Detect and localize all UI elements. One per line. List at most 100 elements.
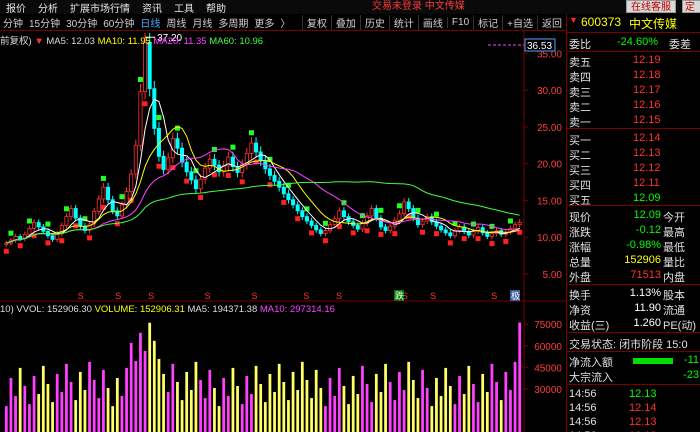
- tool-mark[interactable]: 标记: [473, 14, 502, 30]
- period-more[interactable]: 更多: [251, 15, 277, 30]
- signal-marker-down: [198, 194, 204, 200]
- tool-stats[interactable]: 统计: [388, 14, 418, 30]
- period-30min[interactable]: 30分钟: [63, 15, 100, 30]
- bid-row[interactable]: 买三 12.12: [567, 162, 700, 177]
- bid-label: 买四: [569, 180, 591, 192]
- volume-bar: [97, 398, 101, 432]
- volume-bar: [439, 396, 443, 432]
- signal-marker-up: [230, 144, 236, 150]
- kline-svg[interactable]: 5.0010.0015.0020.0025.0030.0035.0036.533…: [0, 31, 566, 432]
- stat-label: 净资: [569, 305, 591, 317]
- ask-label: 卖二: [569, 102, 591, 114]
- volume-bar: [166, 392, 170, 432]
- tool-add-watch[interactable]: +自选: [502, 14, 537, 30]
- volume-tick-label: 45000: [534, 363, 562, 374]
- period-monthly[interactable]: 月线: [189, 15, 215, 30]
- price-tick-label: 5.00: [543, 270, 563, 281]
- menu-bar: 报价 分析 扩展市场行情 资讯 工具 帮助 交易未登录 中文传媒 在线客服 定制: [0, 0, 700, 15]
- volume-bar: [300, 361, 304, 432]
- flow-row: 净流入额 -11: [567, 354, 700, 369]
- period-15min[interactable]: 15分钟: [26, 15, 63, 30]
- volume-bar: [226, 396, 230, 432]
- volume-bar: [374, 373, 378, 432]
- quote-label-2: 最高: [663, 227, 685, 239]
- volume-bar: [296, 390, 300, 432]
- bid-row[interactable]: 买一 12.14: [567, 132, 700, 147]
- stat-value: 1.260: [633, 317, 661, 329]
- online-service-button[interactable]: 在线客服: [626, 0, 676, 13]
- volume-bar: [185, 371, 189, 432]
- menu-news[interactable]: 资讯: [136, 0, 168, 15]
- volume-bar: [92, 379, 96, 432]
- ask-row[interactable]: 卖五 12.19: [567, 54, 700, 69]
- tool-back[interactable]: 返回: [537, 14, 566, 30]
- volume-bar: [213, 388, 216, 432]
- ask-row[interactable]: 卖三 12.17: [567, 84, 700, 99]
- volume-bar: [240, 404, 244, 432]
- bid-row[interactable]: 买二 12.13: [567, 147, 700, 162]
- bid-row[interactable]: 买五 12.09: [567, 192, 700, 207]
- stat-value: 11.90: [634, 302, 661, 314]
- signal-marker-down: [87, 235, 93, 241]
- volume-legend: 10) VVOL: 152906.30 VOLUME: 152906.31 MA…: [0, 304, 335, 315]
- menu-analysis[interactable]: 分析: [32, 0, 64, 15]
- volume-bar: [310, 398, 313, 432]
- tool-f10[interactable]: F10: [446, 16, 473, 28]
- tool-overlay[interactable]: 叠加: [330, 14, 360, 30]
- volume-bar: [69, 381, 73, 432]
- stat-row: 换手 1.13% 股本: [567, 287, 700, 302]
- quote-row: 现价 12.09 今开: [567, 209, 700, 224]
- volume-bar: [356, 394, 360, 432]
- more-arrow-icon[interactable]: 〉: [277, 15, 293, 30]
- custom-button[interactable]: 定制: [682, 0, 700, 13]
- event-mark-s: S: [430, 291, 436, 301]
- menu-help[interactable]: 帮助: [200, 0, 232, 15]
- candle-body: [295, 204, 300, 212]
- ask-row[interactable]: 卖二 12.16: [567, 99, 700, 114]
- signal-marker-down: [350, 230, 356, 236]
- period-daily[interactable]: 日线: [137, 15, 163, 30]
- volume-bar: [4, 406, 8, 432]
- period-weekly[interactable]: 周线: [163, 15, 189, 30]
- volume-bar: [342, 386, 346, 432]
- volume-bar: [18, 367, 22, 432]
- menu-tools[interactable]: 工具: [168, 0, 200, 15]
- candle-body: [4, 242, 9, 245]
- event-mark-s: S: [205, 291, 211, 301]
- candle-body: [402, 201, 407, 215]
- quote-label-2: 内盘: [663, 272, 685, 284]
- ask-price: 12.16: [633, 99, 661, 111]
- menu-quote[interactable]: 报价: [0, 0, 32, 15]
- period-60min[interactable]: 60分钟: [100, 15, 137, 30]
- candle-body: [129, 173, 134, 193]
- signal-marker-up: [396, 203, 402, 209]
- signal-marker-up: [415, 207, 421, 213]
- volume-bar: [407, 361, 411, 432]
- signal-marker-down: [45, 240, 51, 246]
- tick-row: 14:56 12.13: [567, 388, 700, 402]
- signal-marker-down: [364, 228, 370, 234]
- quote-value: 12.09: [633, 209, 661, 221]
- volume-bar: [32, 375, 36, 432]
- tool-fq[interactable]: 复权: [301, 14, 331, 30]
- signal-marker-up: [248, 130, 254, 136]
- menu-extended-market[interactable]: 扩展市场行情: [64, 0, 136, 15]
- ask-row[interactable]: 卖一 12.15: [567, 114, 700, 129]
- volume-bar: [254, 365, 258, 432]
- candle-body: [406, 201, 411, 209]
- volume-bar: [102, 369, 105, 432]
- period-1min[interactable]: 分钟: [0, 15, 26, 30]
- quote-label: 外盘: [569, 272, 591, 284]
- ask-row[interactable]: 卖四 12.18: [567, 69, 700, 84]
- signal-marker-down: [156, 163, 162, 169]
- kline-chart[interactable]: 5.00 10.00 15.00 20.00 25.00 30.00 35.00 36.53 3…: [0, 31, 566, 432]
- tool-draw[interactable]: 画线: [417, 14, 447, 30]
- candle-body: [383, 226, 388, 231]
- event-mark-s: S: [148, 291, 154, 301]
- flow-row: 大宗流入 -23: [567, 369, 700, 384]
- volume-bar: [305, 379, 309, 432]
- flow-value: -23: [683, 369, 699, 381]
- period-multi[interactable]: 多周期: [215, 15, 251, 30]
- bid-row[interactable]: 买四 12.11: [567, 177, 700, 192]
- tool-history[interactable]: 历史: [359, 14, 389, 30]
